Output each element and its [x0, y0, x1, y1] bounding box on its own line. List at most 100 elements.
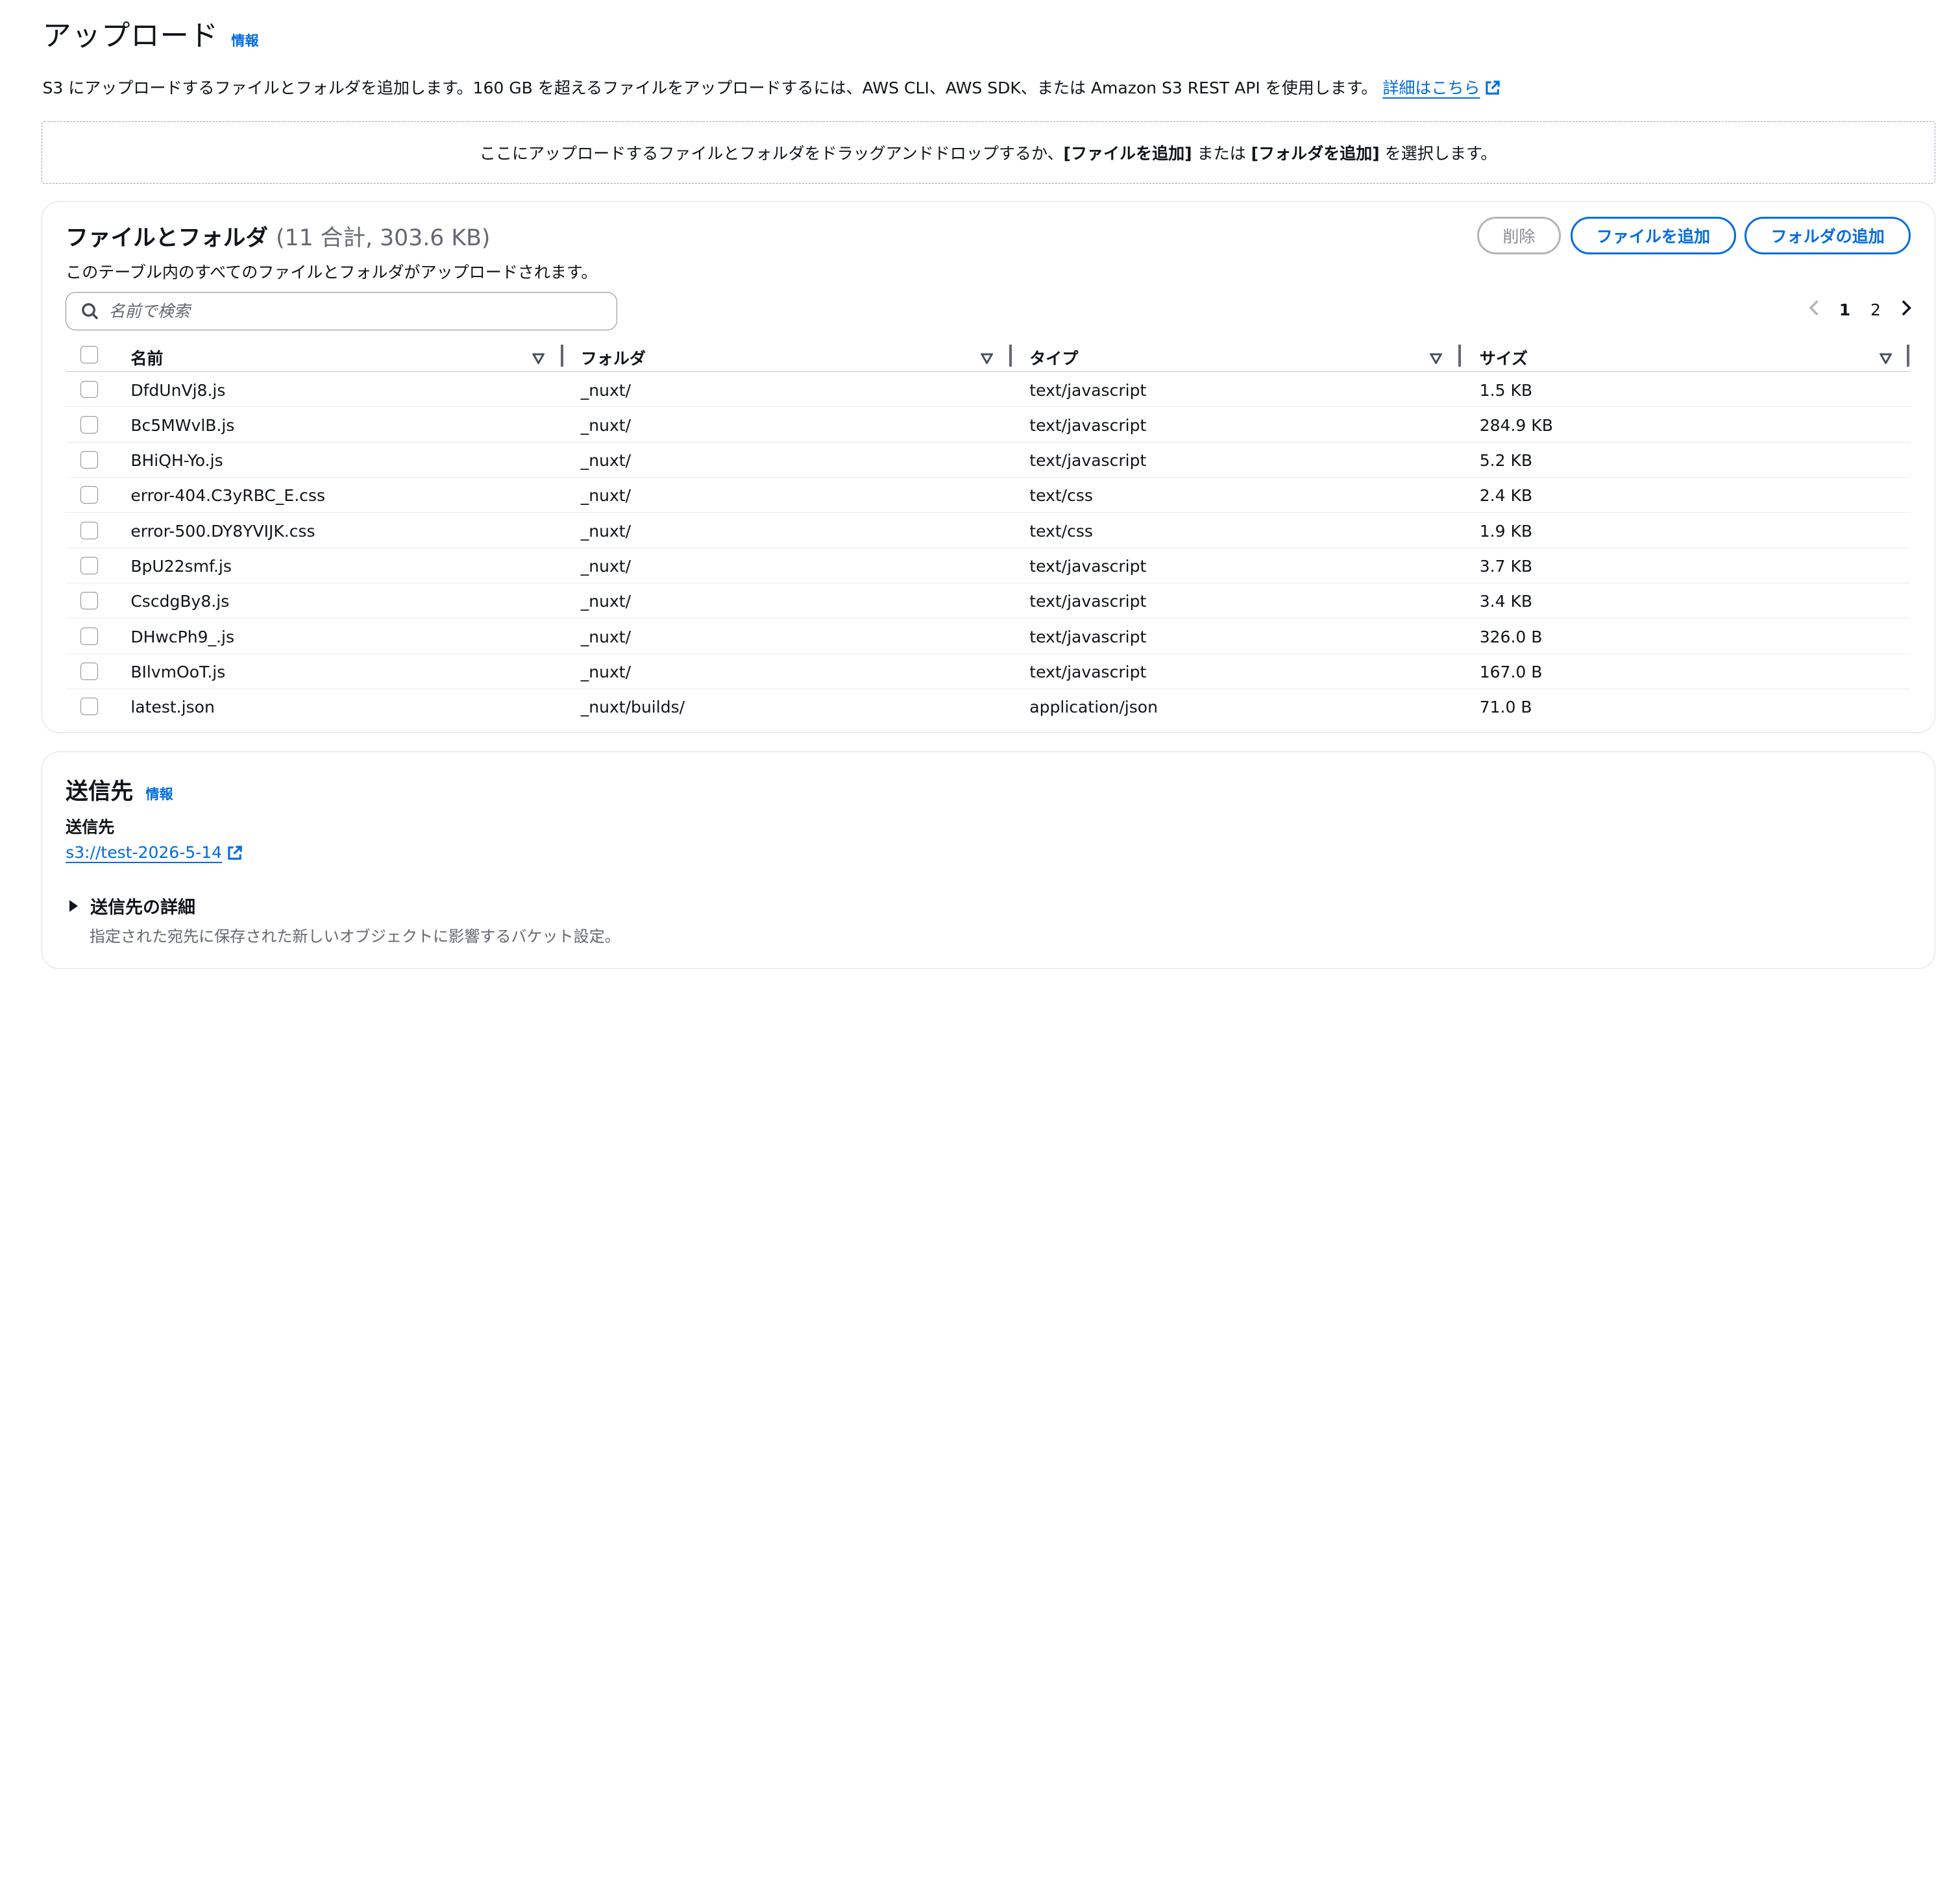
col-header-size[interactable]: サイズ: [1480, 346, 1528, 369]
drop-zone[interactable]: ここにアップロードするファイルとフォルダをドラッグアンドドロップするか、 [ファイ…: [41, 121, 1935, 184]
dropzone-text-before: ここにアップロードするファイルとフォルダをドラッグアンドドロップするか、: [479, 143, 1064, 163]
cell-size: 284.9 KB: [1479, 415, 1553, 435]
cell-type: text/javascript: [1029, 663, 1147, 682]
col-header-folder[interactable]: フォルダ: [581, 346, 646, 369]
row-checkbox[interactable]: [80, 698, 99, 716]
destination-link-wrap: s3://test-2026-5-14: [66, 843, 242, 864]
column-divider[interactable]: [1907, 344, 1910, 367]
cell-type: text/javascript: [1029, 557, 1147, 576]
cell-folder: _nuxt/: [580, 557, 631, 576]
caret-right-icon: [69, 899, 78, 912]
col-header-name[interactable]: 名前: [130, 346, 163, 369]
destination-details: 送信先の詳細 指定された宛先に保存された新しいオブジェクトに影響するバケット設定…: [66, 893, 620, 946]
page-1[interactable]: 1: [1839, 300, 1850, 319]
table-row[interactable]: Bc5MWvlB.js _nuxt/text/javascript 284.9 KB: [66, 407, 1911, 443]
upload-page: アップロード 情報 S3 にアップロードするファイルとフォルダを追加します。16…: [0, 0, 1960, 984]
learn-more-link[interactable]: 詳細はこちら: [1382, 79, 1480, 97]
table-row[interactable]: BIlvmOoT.js _nuxt/text/javascript 167.0 B: [66, 654, 1911, 689]
next-page-icon[interactable]: [1901, 299, 1912, 321]
col-header-type[interactable]: タイプ: [1029, 346, 1078, 369]
pagination: 1 2: [1808, 299, 1912, 321]
page-title: アップロード: [42, 19, 219, 53]
cell-name: latest.json: [130, 698, 215, 717]
cell-type: application/json: [1029, 698, 1158, 717]
table-header: 名前 フォルダ タイプ サイズ: [66, 337, 1911, 373]
sort-down-icon[interactable]: [1879, 349, 1893, 368]
sort-down-icon[interactable]: [1429, 349, 1443, 368]
column-divider[interactable]: [1458, 344, 1461, 367]
search-icon: [81, 302, 99, 320]
cell-type: text/css: [1029, 521, 1093, 541]
table-row[interactable]: error-404.C3yRBC_E.css _nuxt/text/css 2.4 …: [66, 478, 1911, 513]
table-row[interactable]: error-500.DY8YVIJK.css _nuxt/text/css 1.9 …: [66, 513, 1911, 548]
destination-details-title: 送信先の詳細: [90, 898, 195, 918]
row-checkbox[interactable]: [80, 415, 99, 434]
row-checkbox[interactable]: [80, 557, 99, 575]
destination-link[interactable]: s3://test-2026-5-14: [66, 843, 222, 862]
cell-name: DfdUnVj8.js: [130, 380, 226, 400]
cell-type: text/javascript: [1029, 380, 1147, 400]
page-header: アップロード 情報: [42, 12, 258, 54]
cell-name: DHwcPh9_.js: [130, 627, 234, 646]
table-row[interactable]: BpU22smf.js _nuxt/text/javascript 3.7 KB: [66, 548, 1911, 583]
row-checkbox[interactable]: [80, 380, 99, 398]
description-text: S3 にアップロードするファイルとフォルダを追加します。160 GB を超えるフ…: [42, 78, 1378, 97]
table-row[interactable]: BHiQH-Yo.js _nuxt/text/javascript 5.2 KB: [66, 443, 1911, 478]
files-table: 名前 フォルダ タイプ サイズ DfdUnVj8.js _nuxt/text/ja…: [66, 337, 1911, 724]
cell-type: text/javascript: [1029, 592, 1147, 611]
row-checkbox[interactable]: [80, 486, 99, 504]
destination-details-description: 指定された宛先に保存された新しいオブジェクトに影響するバケット設定。: [89, 927, 620, 946]
cell-name: error-404.C3yRBC_E.css: [130, 486, 326, 506]
table-row[interactable]: CscdgBy8.js _nuxt/text/javascript 3.4 KB: [66, 583, 1911, 619]
table-row[interactable]: latest.json _nuxt/builds/application/json…: [66, 689, 1911, 724]
search-input[interactable]: [108, 302, 584, 321]
table-row[interactable]: DfdUnVj8.js _nuxt/text/javascript 1.5 KB: [66, 372, 1911, 408]
add-folder-button[interactable]: フォルダの追加: [1745, 217, 1911, 254]
row-checkbox[interactable]: [80, 451, 99, 469]
dropzone-text-after: を選択します。: [1379, 143, 1497, 163]
select-all-checkbox[interactable]: [80, 345, 99, 363]
sort-down-icon[interactable]: [980, 349, 994, 368]
destination-title: 送信先: [66, 779, 134, 805]
files-and-folders-panel: ファイルとフォルダ (11 合計, 303.6 KB) このテーブル内のすべての…: [41, 201, 1935, 733]
cell-name: BpU22smf.js: [130, 557, 232, 576]
destination-info-link[interactable]: 情報: [145, 783, 173, 803]
dropzone-add-files: [ファイルを追加]: [1063, 143, 1192, 163]
dropzone-add-folder: [フォルダを追加]: [1251, 143, 1380, 163]
row-checkbox[interactable]: [80, 627, 99, 645]
cell-type: text/javascript: [1029, 627, 1147, 646]
add-files-button[interactable]: ファイルを追加: [1571, 217, 1736, 254]
cell-size: 71.0 B: [1479, 698, 1532, 717]
info-link[interactable]: 情報: [231, 30, 258, 50]
cell-type: text/css: [1029, 486, 1093, 506]
row-checkbox[interactable]: [80, 521, 99, 539]
destination-details-toggle[interactable]: 送信先の詳細: [66, 893, 620, 918]
external-link-icon: [1485, 80, 1500, 99]
cell-folder: _nuxt/: [580, 663, 631, 682]
page-2[interactable]: 2: [1870, 300, 1881, 319]
row-checkbox[interactable]: [80, 592, 99, 610]
column-divider[interactable]: [560, 344, 563, 367]
cell-folder: _nuxt/: [580, 486, 631, 506]
cell-folder: _nuxt/: [580, 592, 631, 611]
cell-name: Bc5MWvlB.js: [130, 415, 235, 435]
cell-folder: _nuxt/: [580, 415, 631, 435]
files-panel-title: ファイルとフォルダ (11 合計, 303.6 KB): [66, 219, 490, 252]
cell-folder: _nuxt/builds/: [580, 698, 685, 717]
cell-name: BHiQH-Yo.js: [130, 451, 223, 471]
cell-name: error-500.DY8YVIJK.css: [130, 521, 315, 541]
files-panel-title-text: ファイルとフォルダ: [66, 225, 269, 252]
destination-panel: 送信先 情報 送信先 s3://test-2026-5-14 送信先の詳細 指定…: [41, 751, 1935, 969]
cell-type: text/javascript: [1029, 451, 1147, 471]
sort-down-icon[interactable]: [532, 349, 545, 368]
table-row[interactable]: DHwcPh9_.js _nuxt/text/javascript 326.0 B: [66, 618, 1911, 654]
cell-folder: _nuxt/: [580, 380, 631, 400]
row-checkbox[interactable]: [80, 663, 99, 680]
prev-page-icon[interactable]: [1808, 299, 1819, 321]
cell-size: 326.0 B: [1479, 627, 1543, 646]
cell-folder: _nuxt/: [580, 627, 631, 646]
column-divider[interactable]: [1009, 344, 1012, 367]
delete-button[interactable]: 削除: [1476, 217, 1561, 254]
cell-name: BIlvmOoT.js: [130, 663, 226, 682]
search-box[interactable]: [66, 291, 617, 331]
